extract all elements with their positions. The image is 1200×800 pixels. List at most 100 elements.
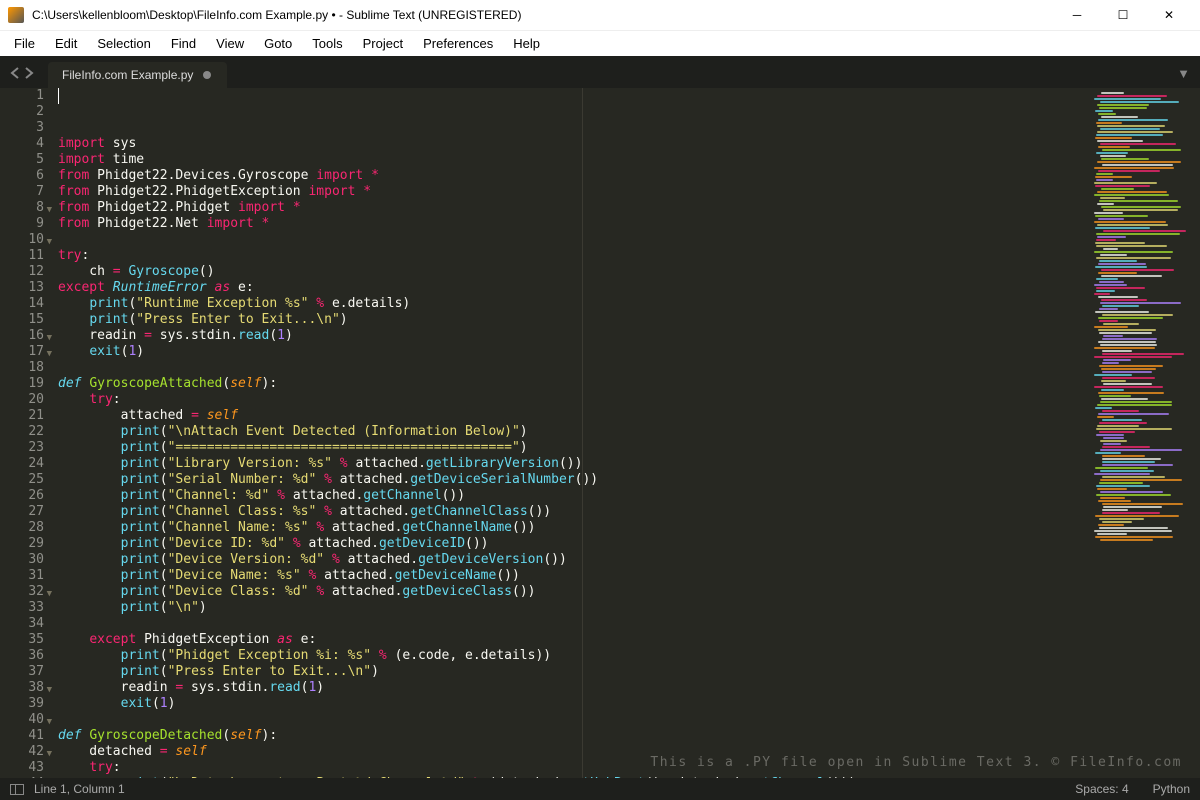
code-view[interactable]: import sysimport timefrom Phidget22.Devi… [54,88,1090,778]
minimap-line [1098,413,1169,415]
line-number-gutter[interactable]: 12345678▼910▼111213141516▼17▼18192021222… [0,88,54,778]
code-line: def GyroscopeDetached(self): [58,728,1090,744]
minimap-line [1095,137,1132,139]
minimap-line [1100,197,1125,199]
minimap-line [1098,500,1131,502]
minimap-line [1096,245,1167,247]
fold-toggle-icon[interactable]: ▼ [47,682,52,698]
minimap-line [1096,278,1118,280]
fold-toggle-icon[interactable]: ▼ [47,330,52,346]
minimap-line [1095,467,1148,469]
minimap-line [1102,362,1119,364]
close-button[interactable]: ✕ [1146,0,1192,30]
code-line: print("=================================… [58,440,1090,456]
minimap-line [1102,350,1132,352]
menu-preferences[interactable]: Preferences [413,32,503,55]
menu-view[interactable]: View [206,32,254,55]
minimap-line [1102,476,1165,478]
fold-toggle-icon[interactable]: ▼ [47,714,52,730]
minimap-line [1102,314,1173,316]
menu-edit[interactable]: Edit [45,32,87,55]
minimap-line [1101,389,1124,391]
menu-selection[interactable]: Selection [87,32,160,55]
minimap-line [1095,110,1113,112]
nav-forward-icon[interactable] [24,67,34,82]
minimap-line [1101,188,1134,190]
minimap-line [1097,161,1181,163]
minimap-line [1100,491,1163,493]
code-line [58,360,1090,376]
ruler-line [582,88,583,778]
minimap-line [1095,407,1112,409]
minimap-line [1095,215,1148,217]
minimap-line [1098,272,1137,274]
file-tab[interactable]: FileInfo.com Example.py [48,62,227,88]
minimap-line [1096,290,1115,292]
minimap-line [1103,230,1186,232]
cursor-position-label[interactable]: Line 1, Column 1 [34,782,125,796]
minimap-line [1095,452,1121,454]
minimap-line [1102,377,1155,379]
tab-menu-caret-icon[interactable]: ▼ [1177,66,1190,81]
minimap-line [1099,308,1118,310]
minimap-line [1100,449,1182,451]
minimap-line [1095,515,1179,517]
menu-tools[interactable]: Tools [302,32,352,55]
minimap-line [1101,398,1148,400]
code-line: from Phidget22.Net import * [58,216,1090,232]
minimize-button[interactable]: ─ [1054,0,1100,30]
minimap-line [1094,167,1174,169]
minimap-line [1096,122,1122,124]
menu-file[interactable]: File [4,32,45,55]
syntax-label[interactable]: Python [1153,782,1190,796]
minimap-line [1096,233,1180,235]
minimap-line [1099,320,1118,322]
menu-find[interactable]: Find [161,32,206,55]
code-line: print("Device Class: %d" % attached.getD… [58,584,1090,600]
minimap-line [1099,527,1168,529]
minimap-line [1097,533,1127,535]
fold-toggle-icon[interactable]: ▼ [47,234,52,250]
minimap-line [1094,182,1157,184]
minimap-line [1103,443,1121,445]
nav-back-icon[interactable] [10,67,20,82]
minimap-line [1094,374,1132,376]
fold-toggle-icon[interactable]: ▼ [47,746,52,762]
code-line: print("Phidget Exception %i: %s" % (e.co… [58,648,1090,664]
minimap-line [1102,164,1173,166]
watermark-text: This is a .PY file open in Sublime Text … [650,755,1182,770]
panel-toggle-icon[interactable] [10,784,24,795]
minimap-line [1097,104,1149,106]
minimap-line [1103,248,1118,250]
minimap-line [1100,401,1172,403]
indent-label[interactable]: Spaces: 4 [1075,782,1128,796]
minimap-line [1099,482,1143,484]
menu-goto[interactable]: Goto [254,32,302,55]
fold-toggle-icon[interactable]: ▼ [47,346,52,362]
menu-bar: FileEditSelectionFindViewGotoToolsProjec… [0,30,1200,56]
fold-toggle-icon[interactable]: ▼ [47,586,52,602]
minimap-line [1094,473,1150,475]
minimap-line [1100,440,1127,442]
minimap-line [1102,503,1183,505]
minimap-line [1097,425,1139,427]
minimap-line [1100,254,1127,256]
code-line: print("\n") [58,600,1090,616]
minimap[interactable] [1090,88,1200,778]
window-title: C:\Users\kellenbloom\Desktop\FileInfo.co… [32,8,1054,22]
tab-strip: FileInfo.com Example.py ▼ [0,56,1200,88]
editor-area: 12345678▼910▼111213141516▼17▼18192021222… [0,88,1200,778]
code-line: attached = self [58,408,1090,424]
minimap-line [1095,176,1132,178]
code-line: readin = sys.stdin.read(1) [58,680,1090,696]
minimap-line [1099,200,1178,202]
menu-project[interactable]: Project [353,32,413,55]
nav-arrows [0,67,44,88]
minimap-line [1102,521,1132,523]
maximize-button[interactable]: ☐ [1100,0,1146,30]
fold-toggle-icon[interactable]: ▼ [47,202,52,218]
minimap-line [1102,464,1173,466]
menu-help[interactable]: Help [503,32,550,55]
minimap-line [1103,506,1162,508]
minimap-line [1097,236,1126,238]
